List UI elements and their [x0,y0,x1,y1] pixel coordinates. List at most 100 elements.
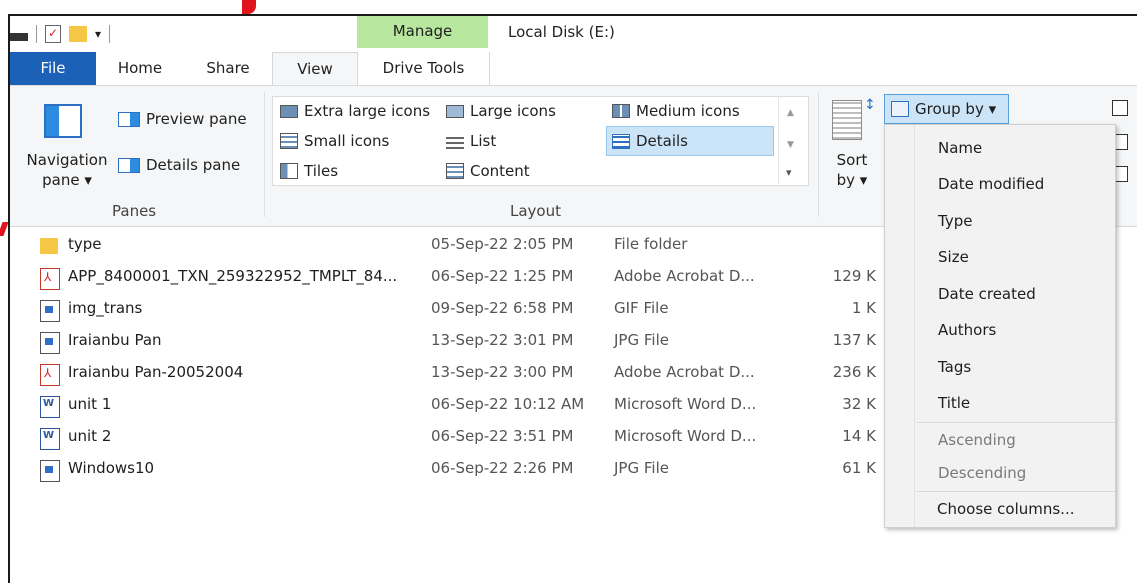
properties-icon[interactable]: ✓ [45,25,61,43]
menu-item-tags[interactable]: Tags [938,358,971,376]
file-row[interactable]: Iraianbu Pan 13-Sep-22 3:01 PM JPG File 137… [36,326,886,356]
group-by-icon [891,101,909,117]
menu-item-size[interactable]: Size [938,248,969,266]
item-checkboxes-checkbox[interactable] [1112,100,1128,116]
file-type: JPG File [614,459,669,477]
sort-by-button[interactable]: Sort by ▾ [832,150,872,190]
file-type: File folder [614,235,688,253]
menu-item-type[interactable]: Type [938,212,972,230]
file-type: GIF File [614,299,669,317]
gallery-up-icon[interactable]: ▲ [787,108,794,118]
layout-group-label: Layout [510,202,561,220]
file-date-modified: 09-Sep-22 6:58 PM [431,299,574,317]
group-by-menu: Name Date modified Type Size Date create… [884,124,1116,528]
group-separator-2 [818,92,819,217]
file-row[interactable]: ⅄ APP_8400001_TXN_259322952_TMPLT_84... 06… [36,262,886,292]
preview-pane-icon [118,111,140,127]
small-icons-label: Small icons [304,132,390,150]
tab-view[interactable]: View [272,52,358,87]
qat-separator [36,25,37,43]
tab-home[interactable]: Home [106,52,174,86]
file-row[interactable]: img_trans 09-Sep-22 6:58 PM GIF File 1 K [36,294,886,324]
gallery-down-icon[interactable]: ▼ [787,140,794,150]
tiles-label: Tiles [304,162,339,180]
file-name: Windows10 [68,459,155,477]
file-name: APP_8400001_TXN_259322952_TMPLT_84... [68,267,398,285]
file-size: 14 K [842,427,876,445]
file-row[interactable]: Wunit 1 06-Sep-22 10:12 AM Microsoft Word … [36,390,886,420]
content-icon [446,163,464,179]
extra-large-icons-option[interactable]: Extra large icons [280,102,430,120]
manage-context-band[interactable]: Manage [357,16,488,48]
menu-item-title[interactable]: Title [938,394,970,412]
file-date-modified: 05-Sep-22 2:05 PM [431,235,574,253]
gallery-expand-icon[interactable]: ▾ [786,166,792,179]
menu-item-name[interactable]: Name [938,139,982,157]
list-label: List [470,132,497,150]
large-icons-option[interactable]: Large icons [446,102,556,120]
file-row[interactable]: type 05-Sep-22 2:05 PM File folder [36,230,886,260]
sort-by-label: Sort [836,151,868,169]
menu-separator-2 [917,491,1115,492]
medium-icons-icon [612,104,630,118]
file-type: Microsoft Word D... [614,427,757,445]
content-option[interactable]: Content [446,162,530,180]
details-icon [612,133,630,149]
group-separator [264,92,265,217]
pdf-icon: ⅄ [40,364,60,386]
file-row[interactable]: Windows10 06-Sep-22 2:26 PM JPG File 61 K [36,454,886,484]
ribbon-tabs: File Home Share View Drive Tools [10,52,1137,87]
navigation-pane-label: Navigation [26,151,108,169]
file-size: 32 K [842,395,876,413]
file-name: unit 2 [68,427,112,445]
new-folder-icon[interactable] [69,26,87,42]
menu-item-descending[interactable]: Descending [938,464,1026,482]
sort-by-icon[interactable] [832,100,862,140]
file-size: 129 K [832,267,876,285]
file-date-modified: 13-Sep-22 3:01 PM [431,331,574,349]
menu-item-date-created[interactable]: Date created [938,285,1036,303]
file-name: Iraianbu Pan-20052004 [68,363,244,381]
tab-share[interactable]: Share [194,52,262,86]
list-option[interactable]: List [446,132,496,150]
file-row[interactable]: ⅄ Iraianbu Pan-20052004 13-Sep-22 3:00 PM A… [36,358,886,388]
folder-icon [40,238,58,254]
details-label: Details [636,132,689,150]
tab-file[interactable]: File [10,52,96,86]
qat-separator-2 [109,25,111,43]
preview-pane-button[interactable]: Preview pane [118,110,247,128]
file-name: type [68,235,102,253]
image-icon [40,460,60,482]
tab-drive-tools[interactable]: Drive Tools [357,52,490,86]
navigation-pane-button[interactable]: Navigation pane ▾ [22,150,112,190]
quick-access-toolbar: ✓ ▾ [10,20,111,48]
tiles-option[interactable]: Tiles [280,162,338,180]
file-row[interactable]: Wunit 2 06-Sep-22 3:51 PM Microsoft Word D… [36,422,886,452]
file-size: 137 K [832,331,876,349]
word-icon: W [40,396,60,418]
menu-item-ascending[interactable]: Ascending [938,431,1016,449]
details-option[interactable]: Details [612,132,688,150]
group-by-button[interactable]: Group by ▾ [884,94,1009,124]
file-name: Iraianbu Pan [68,331,162,349]
customize-qat-icon[interactable]: ▾ [95,27,101,41]
window-title: Local Disk (E:) [508,23,615,41]
medium-icons-option[interactable]: Medium icons [612,102,740,120]
menu-separator [917,422,1115,423]
menu-item-date-modified[interactable]: Date modified [938,175,1044,193]
word-icon: W [40,428,60,450]
small-icons-option[interactable]: Small icons [280,132,389,150]
navigation-pane-icon[interactable] [44,104,82,138]
navigation-pane-label-2: pane ▾ [42,171,92,189]
menu-gutter [914,125,915,527]
details-pane-button[interactable]: Details pane [118,156,240,174]
pdf-icon: ⅄ [40,268,60,290]
layout-gallery-scroller[interactable]: ▲ ▼ ▾ [778,96,807,184]
medium-icons-label: Medium icons [636,102,740,120]
drive-icon[interactable] [10,33,28,41]
preview-pane-label: Preview pane [146,110,247,128]
menu-item-authors[interactable]: Authors [938,321,996,339]
menu-item-choose-columns[interactable]: Choose columns... [937,500,1074,518]
sort-by-label-2: by ▾ [836,171,868,189]
image-icon [40,300,60,322]
